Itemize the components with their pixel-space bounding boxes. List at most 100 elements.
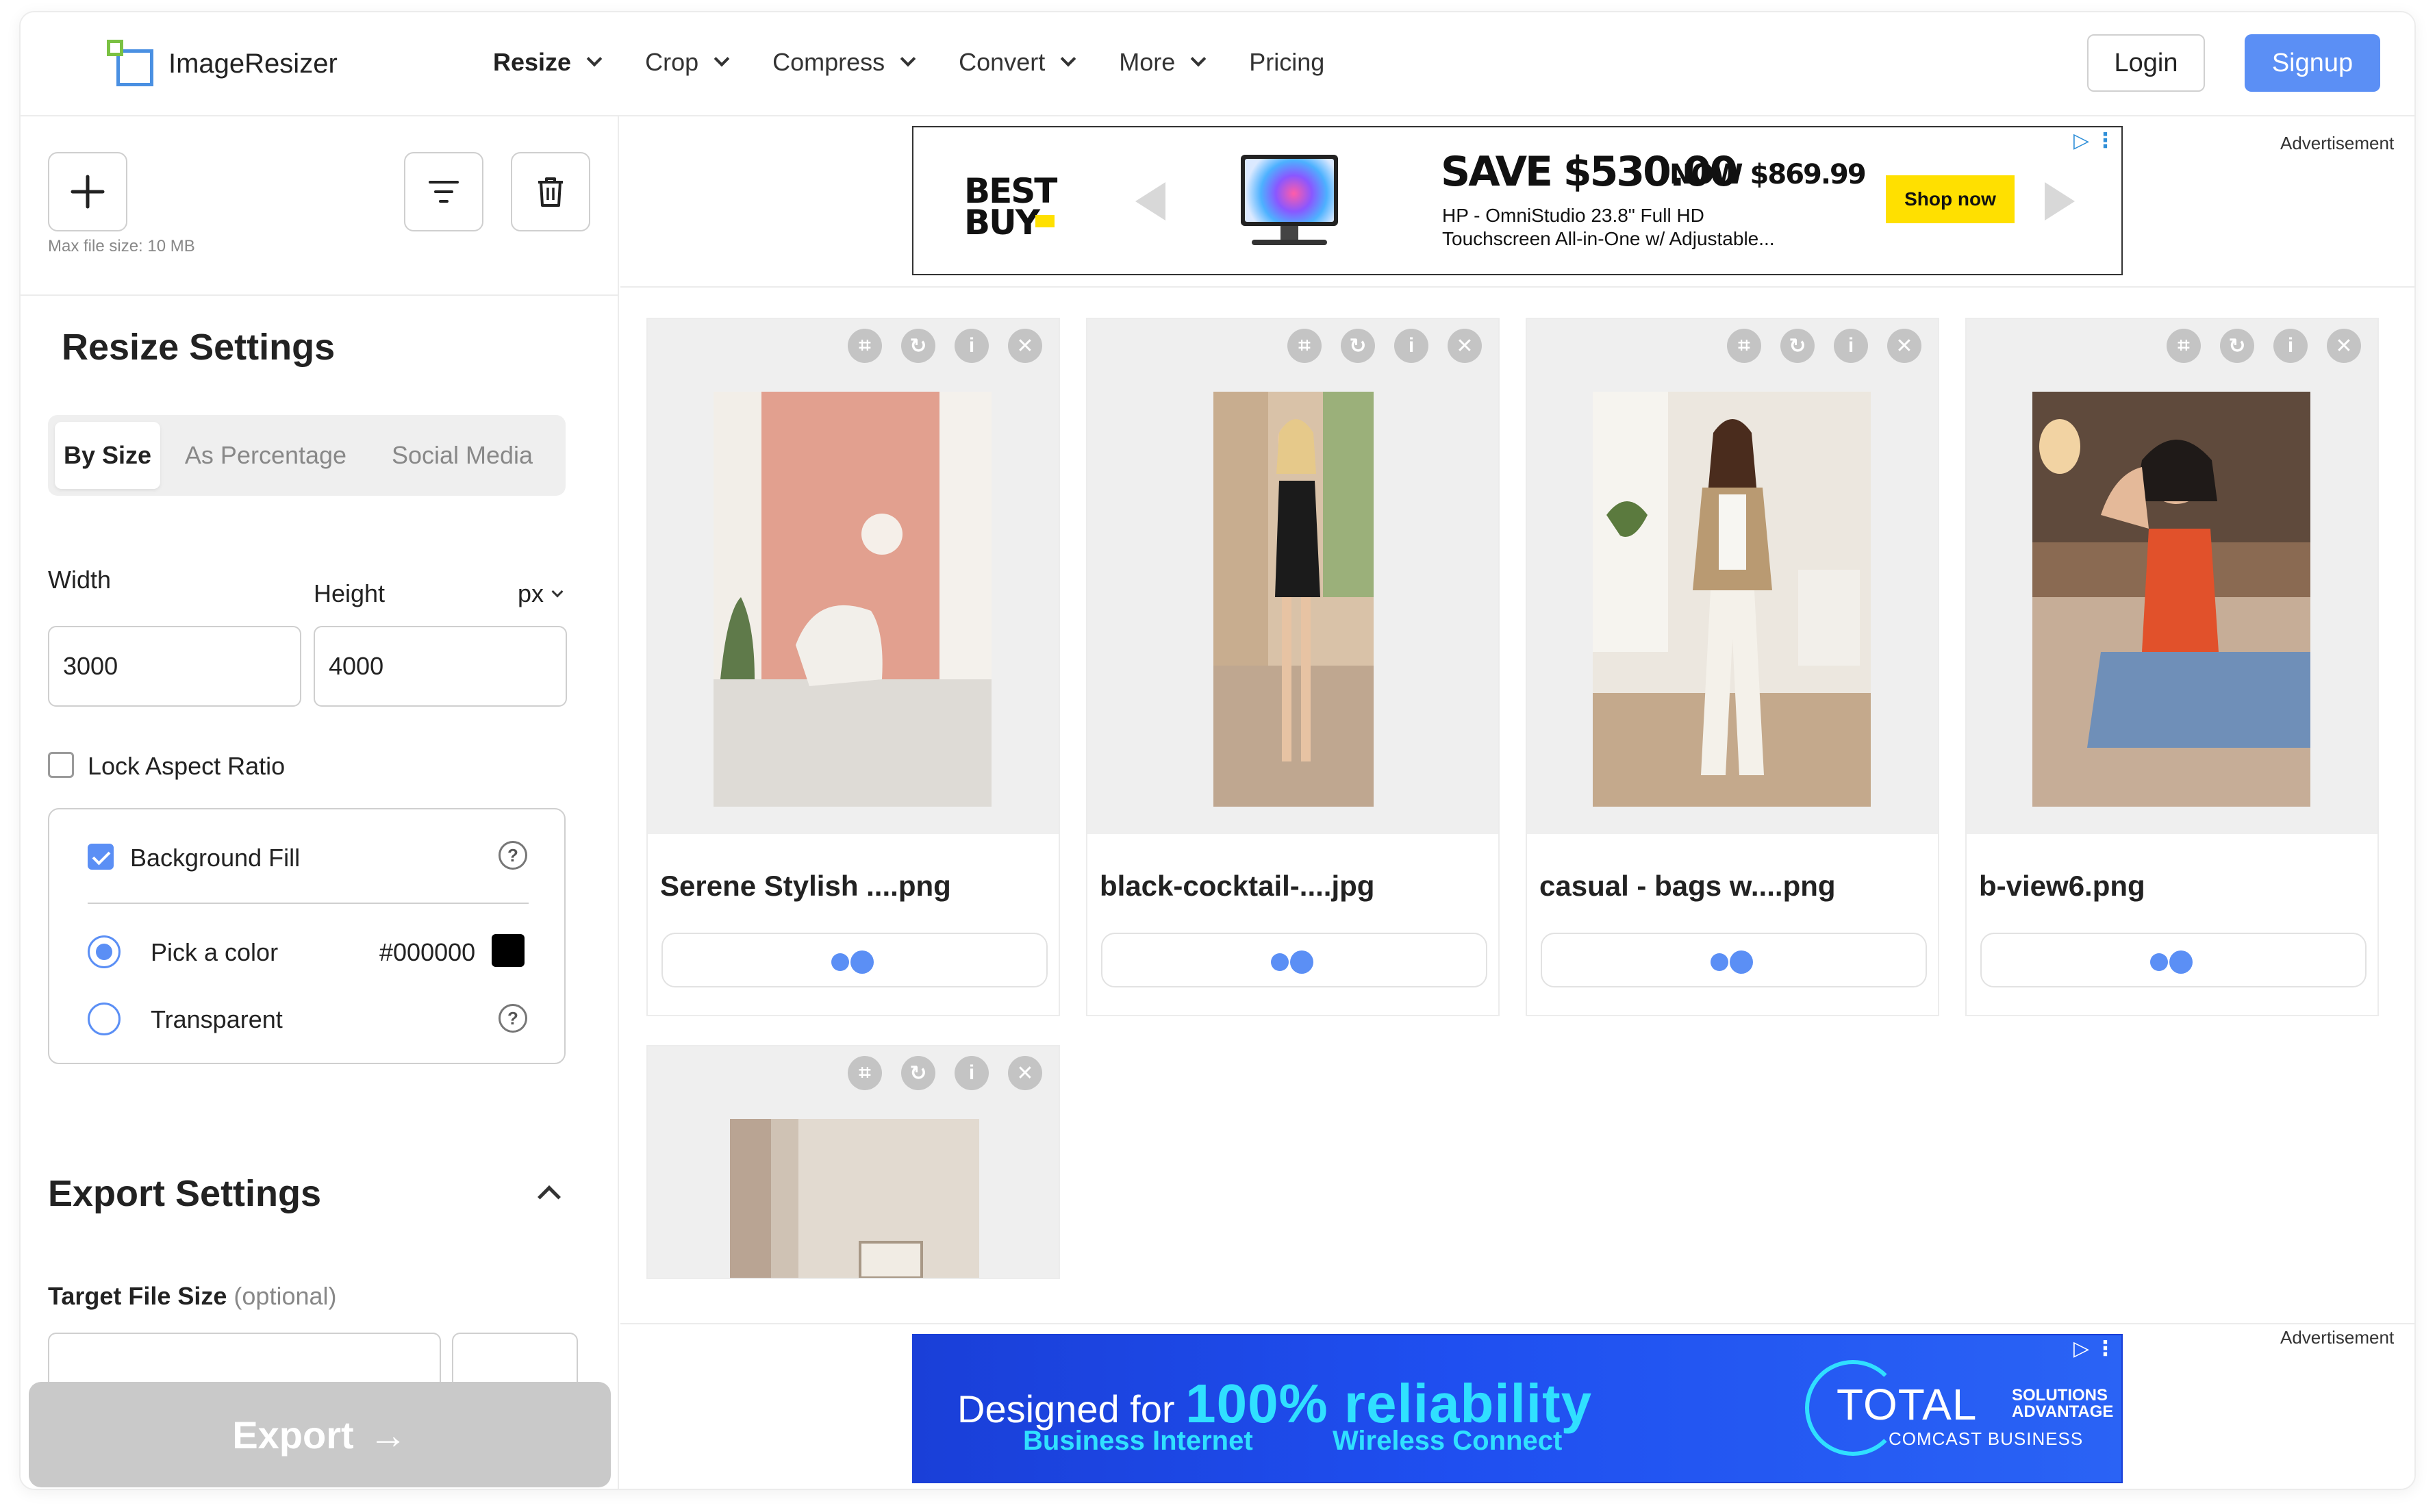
color-swatch[interactable]: [492, 934, 525, 967]
adchoices-icon[interactable]: ▷ ⋮: [2073, 129, 2115, 153]
nav-resize-label: Resize: [493, 48, 572, 76]
bottom-ad-banner[interactable]: Designed for 100% reliability Business I…: [912, 1334, 2123, 1483]
width-label: Width: [48, 566, 112, 594]
ad-brand-solutions: SOLUTIONS ADVANTAGE: [2012, 1386, 2114, 1421]
bestbuy-logo: BEST BUY: [964, 171, 1057, 242]
height-input[interactable]: [314, 626, 567, 707]
unit-select[interactable]: px: [518, 579, 564, 608]
top-header: ImageResizer Resize Crop Compress Conver…: [21, 12, 2414, 116]
pick-color-radio[interactable]: [88, 935, 121, 968]
close-icon[interactable]: ✕: [2327, 329, 2361, 363]
info-icon[interactable]: i: [955, 329, 989, 363]
monitor-stand: [1280, 226, 1298, 241]
transparent-radio[interactable]: [88, 1003, 121, 1035]
nav-convert[interactable]: Convert: [959, 48, 1076, 77]
info-icon[interactable]: i: [2273, 329, 2308, 363]
tab-as-percentage[interactable]: As Percentage: [178, 422, 353, 489]
nav-crop[interactable]: Crop: [645, 48, 730, 77]
target-file-size-label: Target File Size (optional): [48, 1282, 337, 1311]
divider: [21, 294, 619, 296]
signup-button[interactable]: Signup: [2245, 34, 2380, 92]
image-card[interactable]: ⌗ ↻ i ✕ b-view6.png: [1965, 318, 2379, 1016]
trash-icon: [538, 177, 563, 207]
arrow-right-icon: →: [368, 1413, 407, 1457]
crop-icon[interactable]: ⌗: [1727, 329, 1761, 363]
advertisement-label: Advertisement: [2280, 133, 2395, 153]
thumbnail-area: ⌗ ↻ i ✕: [1527, 319, 1938, 834]
background-fill-checkbox[interactable]: [88, 844, 114, 870]
resize-mode-tabs: By Size As Percentage Social Media: [48, 415, 566, 496]
image-card[interactable]: ⌗ ↻ i ✕ casual - bags w....png: [1526, 318, 1939, 1016]
ad-description: HP - OmniStudio 23.8" Full HD Touchscree…: [1442, 205, 1775, 249]
chevron-up-icon[interactable]: [538, 1185, 561, 1209]
width-input[interactable]: [48, 626, 301, 707]
image-filename: b-view6.png: [1979, 870, 2145, 902]
adchoices-icon[interactable]: ▷ ⋮: [2073, 1337, 2115, 1361]
rotate-icon[interactable]: ↻: [901, 1056, 935, 1090]
tab-by-size[interactable]: By Size: [55, 422, 160, 489]
resize-settings-title: Resize Settings: [62, 327, 336, 368]
filter-icon: [429, 181, 459, 203]
info-icon[interactable]: i: [955, 1056, 989, 1090]
crop-icon[interactable]: ⌗: [2167, 329, 2201, 363]
login-button[interactable]: Login: [2087, 34, 2205, 92]
loading-dots-icon: [2143, 949, 2205, 974]
rotate-icon[interactable]: ↻: [901, 329, 935, 363]
thumbnail-area: ⌗ ↻ i ✕: [1967, 319, 2377, 834]
arrow-right-icon[interactable]: [2045, 182, 2075, 220]
nav-compress[interactable]: Compress: [772, 48, 916, 77]
nav-pricing-label: Pricing: [1249, 48, 1325, 76]
crop-icon[interactable]: ⌗: [848, 1056, 882, 1090]
nav-convert-label: Convert: [959, 48, 1046, 76]
rotate-icon[interactable]: ↻: [1341, 329, 1375, 363]
logo[interactable]: ImageResizer: [107, 40, 338, 88]
image-card[interactable]: ⌗ ↻ i ✕ Serene Stylish ....png: [646, 318, 1060, 1016]
monitor-image: [1241, 155, 1338, 226]
close-icon[interactable]: ✕: [1448, 329, 1482, 363]
thumbnail-area: ⌗ ↻ i ✕: [648, 1046, 1059, 1278]
help-icon[interactable]: ?: [499, 841, 527, 870]
bestbuy-tag-icon: [1035, 215, 1055, 227]
top-ad-banner[interactable]: BEST BUY SAVE $530.00 NOW $869.99 HP - O…: [912, 126, 2123, 275]
divider: [620, 1323, 2414, 1324]
crop-icon[interactable]: ⌗: [848, 329, 882, 363]
chevron-down-icon: [551, 585, 564, 598]
target-file-size-unit[interactable]: [452, 1333, 578, 1387]
monitor-base: [1252, 240, 1327, 245]
export-button[interactable]: Export →: [29, 1382, 611, 1487]
height-label: Height: [314, 579, 386, 607]
logo-icon: [107, 40, 155, 88]
close-icon[interactable]: ✕: [1887, 329, 1921, 363]
close-icon[interactable]: ✕: [1008, 1056, 1042, 1090]
image-thumbnail: [1593, 392, 1871, 807]
info-icon[interactable]: i: [1834, 329, 1868, 363]
chevron-down-icon: [586, 51, 603, 67]
add-image-button[interactable]: [48, 152, 127, 231]
ad-subline-right: Wireless Connect: [1333, 1426, 1563, 1456]
chevron-down-icon: [1190, 51, 1207, 67]
image-card[interactable]: ⌗ ↻ i ✕: [646, 1045, 1060, 1279]
image-card[interactable]: ⌗ ↻ i ✕ black-cocktail-....jpg: [1086, 318, 1500, 1016]
delete-all-button[interactable]: [511, 152, 590, 231]
help-icon[interactable]: ?: [499, 1004, 527, 1033]
close-icon[interactable]: ✕: [1008, 329, 1042, 363]
arrow-left-icon[interactable]: [1135, 182, 1165, 220]
image-filename: casual - bags w....png: [1539, 870, 1836, 902]
nav-resize[interactable]: Resize: [493, 48, 603, 77]
tab-social-media[interactable]: Social Media: [370, 422, 555, 489]
filter-button[interactable]: [404, 152, 483, 231]
logo-text: ImageResizer: [168, 48, 338, 79]
info-icon[interactable]: i: [1394, 329, 1428, 363]
rotate-icon[interactable]: ↻: [2220, 329, 2254, 363]
lock-aspect-checkbox[interactable]: [48, 752, 74, 778]
crop-icon[interactable]: ⌗: [1287, 329, 1322, 363]
nav-more[interactable]: More: [1119, 48, 1207, 77]
optional-label: (optional): [234, 1282, 337, 1310]
nav-pricing[interactable]: Pricing: [1249, 48, 1324, 77]
divider: [88, 903, 529, 904]
target-file-size-input[interactable]: [48, 1333, 441, 1387]
thumbnail-area: ⌗ ↻ i ✕: [1087, 319, 1498, 834]
shop-now-button[interactable]: Shop now: [1886, 175, 2015, 223]
rotate-icon[interactable]: ↻: [1780, 329, 1815, 363]
chevron-down-icon: [1060, 51, 1076, 67]
